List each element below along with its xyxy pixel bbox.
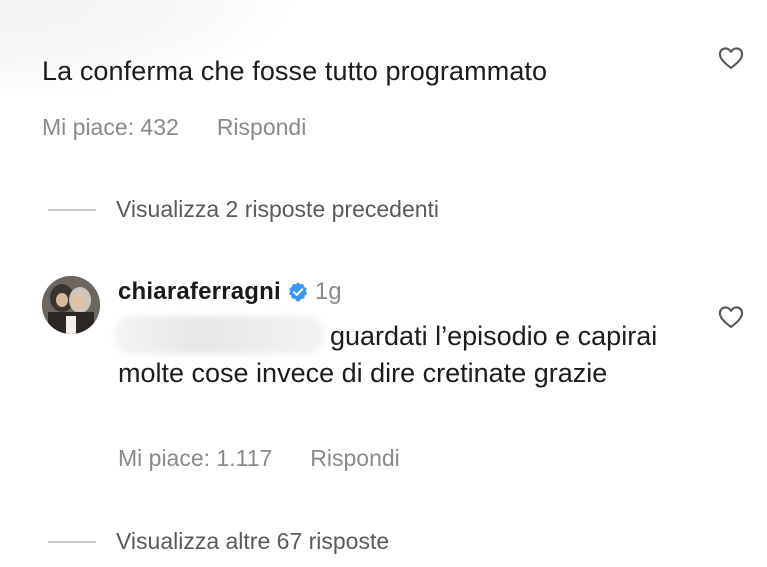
avatar[interactable] xyxy=(42,276,100,334)
reply-meta: Mi piace: 1.117 Rispondi xyxy=(118,445,400,472)
reply-text: guardati l’episodio e capirai molte cose… xyxy=(118,321,658,388)
divider-line xyxy=(48,540,96,543)
heart-icon[interactable] xyxy=(716,44,746,72)
comment-reply-button[interactable]: Rispondi xyxy=(217,114,307,141)
view-more-replies-label: Visualizza altre 67 risposte xyxy=(116,528,390,554)
reply-reply-button[interactable]: Rispondi xyxy=(310,445,400,472)
reply-header: chiaraferragni 1g xyxy=(118,278,342,306)
comment-text: La conferma che fosse tutto programmato xyxy=(42,56,548,86)
divider-line xyxy=(48,208,96,211)
avatar-image xyxy=(42,276,100,334)
comment-meta: Mi piace: 432 Rispondi xyxy=(42,114,306,141)
view-previous-replies-label: Visualizza 2 risposte precedenti xyxy=(116,196,440,222)
reply-likes[interactable]: Mi piace: 1.117 xyxy=(118,445,272,472)
comment-thread: La conferma che fosse tutto programmato … xyxy=(0,0,767,567)
username[interactable]: chiaraferragni xyxy=(118,278,281,306)
view-more-replies[interactable]: Visualizza altre 67 risposte xyxy=(48,528,389,555)
heart-icon[interactable] xyxy=(716,303,746,331)
comment-likes[interactable]: Mi piace: 432 xyxy=(42,114,179,141)
verified-badge-icon xyxy=(288,282,307,302)
reply-time: 1g xyxy=(314,278,342,305)
view-previous-replies[interactable]: Visualizza 2 risposte precedenti xyxy=(48,196,439,223)
